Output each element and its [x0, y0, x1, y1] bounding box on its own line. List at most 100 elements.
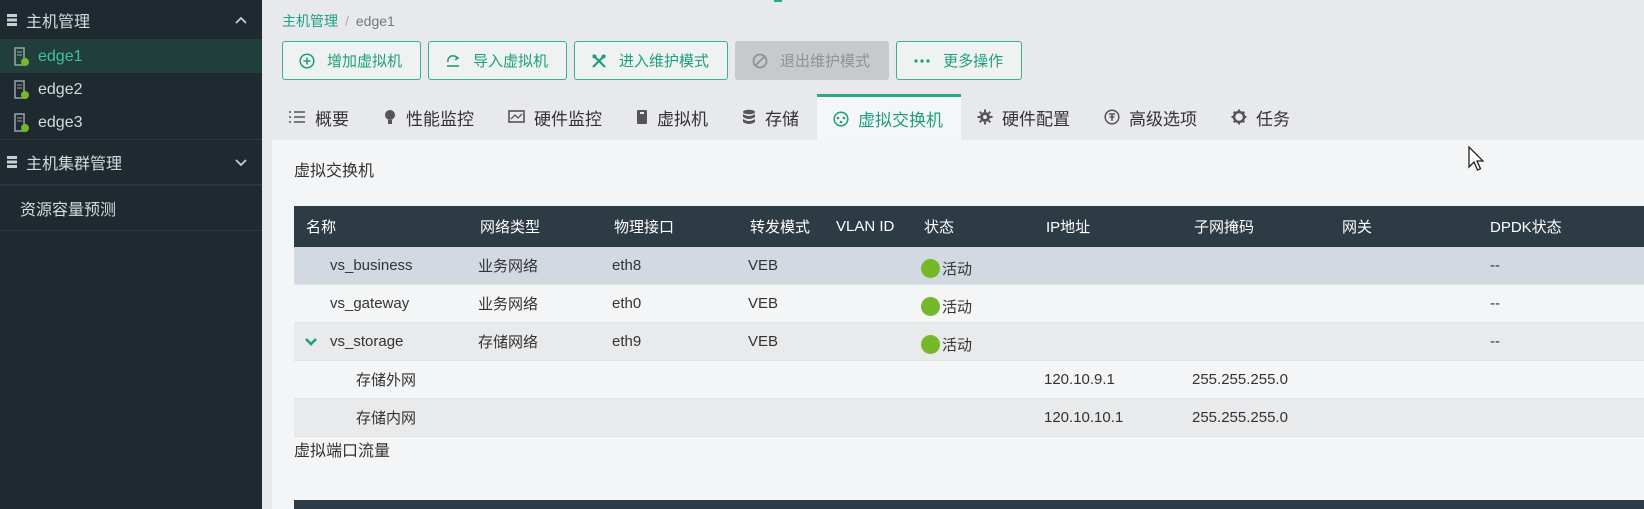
port-traffic-table-header: [294, 500, 1644, 509]
cell-mask: 255.255.255.0: [1192, 371, 1288, 388]
host-ok-icon: [14, 79, 29, 99]
cell-iface: eth8: [612, 257, 642, 274]
tab-label: 高级选项: [1129, 109, 1197, 129]
col-network-type: 网络类型: [480, 219, 541, 236]
sidebar-item-label: 资源容量预测: [20, 202, 117, 219]
tab-label: 虚拟机: [657, 109, 708, 129]
cell-status: 活动: [921, 326, 972, 363]
exit-maintenance-button[interactable]: 退出维护模式: [735, 41, 890, 80]
breadcrumb-separator: /: [345, 13, 349, 29]
tools-icon: [592, 53, 606, 68]
tab-virtual-switch[interactable]: 虚拟交换机: [817, 94, 961, 140]
cell-mode: VEB: [748, 333, 779, 350]
host-ok-icon: [14, 112, 29, 132]
tab-label: 任务: [1256, 109, 1290, 129]
cell-name-label: vs_storage: [330, 333, 404, 350]
import-vm-button[interactable]: 导入虚拟机: [428, 41, 568, 80]
tab-hardware-config[interactable]: 硬件配置: [961, 94, 1088, 140]
sidebar-item-label: edge3: [38, 113, 83, 131]
col-subnet: 子网掩码: [1194, 219, 1255, 236]
tab-vms[interactable]: 虚拟机: [620, 94, 726, 140]
plus-circle-icon: [299, 52, 315, 69]
chevron-up-icon[interactable]: [234, 13, 248, 27]
cell-dpdk: --: [1490, 333, 1500, 350]
network-switch-icon: [833, 110, 849, 127]
add-vm-label: 增加虚拟机: [327, 53, 403, 70]
cell-dpdk: --: [1490, 295, 1500, 312]
breadcrumb-root-link[interactable]: 主机管理: [282, 13, 338, 29]
sidebar-item-edge3[interactable]: edge3: [0, 106, 262, 139]
sidebar-group-host-management[interactable]: 主机管理: [0, 0, 262, 40]
cell-subnet-name: 存储外网: [356, 372, 417, 389]
cell-name[interactable]: vs_gateway: [330, 285, 409, 322]
mouse-cursor-icon: [1468, 146, 1484, 171]
sidebar-item-edge1[interactable]: edge1: [0, 40, 262, 73]
enter-maintenance-label: 进入维护模式: [619, 53, 710, 70]
toolbar: 增加虚拟机 导入虚拟机 进入维护模式 退出维护模式 更多操作: [282, 41, 1023, 80]
tab-label: 虚拟交换机: [858, 111, 943, 130]
gear-icon: [977, 109, 993, 125]
cog-tasks-icon: [1231, 109, 1247, 125]
tab-overview[interactable]: 概要: [272, 94, 367, 140]
tab-label: 性能监控: [406, 109, 474, 129]
status-active-icon: [921, 297, 940, 316]
col-status: 状态: [924, 219, 955, 236]
cell-name[interactable]: vs_business: [330, 247, 413, 284]
tab-content: 虚拟交换机 名称 网络类型 物理接口 转发模式 VLAN ID 状态 IP地址 …: [272, 140, 1644, 509]
section-title: 虚拟交换机: [294, 163, 375, 180]
status-active-icon: [921, 259, 940, 278]
sidebar-group-label: 主机集群管理: [26, 156, 123, 173]
table-subrow[interactable]: 存储内网 120.10.10.1 255.255.255.0: [294, 399, 1644, 437]
sidebar-item-edge2[interactable]: edge2: [0, 73, 262, 106]
tab-storage[interactable]: 存储: [726, 94, 817, 140]
cell-status: 活动: [921, 250, 972, 287]
advanced-options-icon: [1104, 109, 1120, 125]
more-actions-label: 更多操作: [943, 53, 1004, 70]
vm-icon: [637, 110, 647, 124]
cell-dpdk: --: [1490, 257, 1500, 274]
expand-chevron-icon[interactable]: [304, 337, 318, 347]
import-vm-label: 导入虚拟机: [473, 53, 549, 70]
more-actions-button[interactable]: 更多操作: [896, 41, 1023, 80]
col-forward-mode: 转发模式: [750, 219, 811, 236]
exit-maintenance-label: 退出维护模式: [780, 53, 871, 70]
tab-performance[interactable]: 性能监控: [367, 94, 492, 140]
chevron-down-icon[interactable]: [234, 156, 248, 170]
tab-tasks[interactable]: 任务: [1215, 94, 1308, 140]
tab-label: 硬件配置: [1002, 109, 1070, 129]
table-row[interactable]: vs_business 业务网络 eth8 VEB 活动 --: [294, 247, 1644, 285]
sidebar-item-capacity-forecast[interactable]: 资源容量预测: [0, 185, 262, 231]
cell-mask: 255.255.255.0: [1192, 409, 1288, 426]
enter-maintenance-button[interactable]: 进入维护模式: [574, 41, 729, 80]
cell-iface: eth0: [612, 295, 642, 312]
status-label: 活动: [942, 261, 973, 278]
cell-type: 存储网络: [478, 334, 539, 351]
tab-label: 概要: [315, 109, 349, 129]
cell-ip: 120.10.9.1: [1044, 371, 1115, 388]
table-row[interactable]: vs_gateway 业务网络 eth0 VEB 活动 --: [294, 285, 1644, 323]
sidebar-group-cluster-management[interactable]: 主机集群管理: [0, 139, 262, 185]
cell-ip: 120.10.10.1: [1044, 409, 1124, 426]
tab-hardware-monitor[interactable]: 硬件监控: [492, 94, 620, 140]
cell-mode: VEB: [748, 257, 779, 274]
col-vlan-id: VLAN ID: [836, 218, 895, 235]
cell-name[interactable]: vs_storage: [304, 323, 403, 360]
virtual-switch-table: 名称 网络类型 物理接口 转发模式 VLAN ID 状态 IP地址 子网掩码 网…: [294, 206, 1644, 437]
status-active-icon: [921, 335, 940, 354]
col-gateway: 网关: [1342, 219, 1373, 236]
sidebar-item-label: edge1: [38, 47, 83, 65]
cell-subnet-name: 存储内网: [356, 410, 417, 427]
sidebar-item-label: edge2: [38, 80, 83, 98]
sidebar: 主机管理 edge1 edge2 edge3 主机集群管理 资源容量预测: [0, 0, 262, 509]
add-vm-button[interactable]: 增加虚拟机: [282, 41, 422, 80]
table-row[interactable]: vs_storage 存储网络 eth9 VEB 活动 --: [294, 323, 1644, 361]
cell-iface: eth9: [612, 333, 642, 350]
table-subrow[interactable]: 存储外网 120.10.9.1 255.255.255.0: [294, 361, 1644, 399]
status-label: 活动: [942, 337, 973, 354]
tab-advanced-options[interactable]: 高级选项: [1088, 94, 1215, 140]
list-icon: [289, 111, 305, 123]
main-panel: 主机管理 / edge1 增加虚拟机 导入虚拟机 进入维护模式 退出维护模式 更多操…: [262, 0, 1644, 509]
lightbulb-icon: [385, 110, 395, 124]
database-icon: [743, 109, 755, 124]
host-ok-icon: [14, 46, 29, 66]
